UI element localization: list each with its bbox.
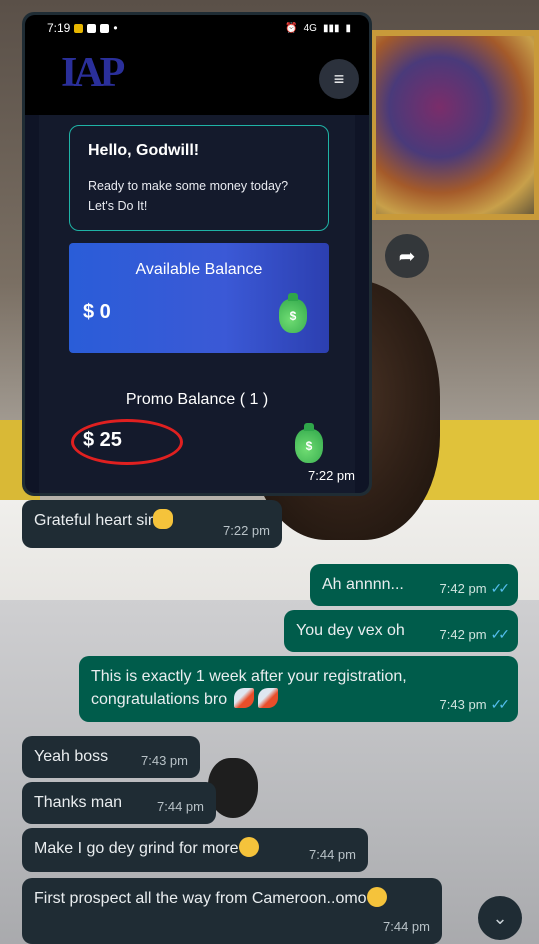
available-balance-value: $ 0: [83, 301, 111, 323]
signal-label: 4G: [303, 22, 317, 34]
message-meta: 7:42 pm ✓✓: [439, 580, 511, 596]
raised-hands-emoji-icon: [153, 509, 174, 529]
message-time: 7:44 pm: [157, 799, 204, 814]
notification-icon: [74, 23, 84, 33]
wallpaper-painting: [370, 30, 539, 220]
message-text-line-1: This is exactly 1 week after your regist…: [91, 668, 407, 685]
hamburger-menu-icon: ≡: [319, 59, 359, 99]
app-icon: [100, 23, 110, 33]
dashboard-content: Hello, Godwill! Ready to make some money…: [39, 115, 355, 493]
read-receipt-icon: ✓✓: [490, 580, 511, 596]
scroll-to-bottom-icon[interactable]: ⌄: [478, 896, 522, 940]
message-bubble[interactable]: You dey vex oh 7:42 pm ✓✓: [284, 610, 518, 652]
message-text: Yeah boss: [34, 748, 109, 765]
message-text: You dey vex oh: [296, 622, 405, 639]
message-bubble[interactable]: Grateful heart sir 7:22 pm: [22, 500, 282, 548]
message-bubble[interactable]: First prospect all the way from Cameroon…: [22, 878, 442, 944]
embedded-screenshot: 7:19 • ⏰ 4G ▮▮▮ ▮ IAP ≡ Hello, Godwill! …: [25, 15, 369, 493]
money-bag-icon: $: [295, 423, 323, 463]
message-text: Ah annnn...: [322, 576, 404, 593]
message-bubble[interactable]: Ah annnn... 7:42 pm ✓✓: [310, 564, 518, 606]
grinning-sweat-emoji-icon: [366, 887, 387, 907]
status-time: 7:19: [47, 21, 71, 35]
message-bubble[interactable]: This is exactly 1 week after your regist…: [79, 656, 518, 722]
more-dot-icon: •: [113, 21, 118, 35]
app-header: IAP ≡: [25, 41, 369, 115]
message-meta: 7:42 pm ✓✓: [439, 626, 511, 642]
message-text: Make I go dey grind for more: [34, 840, 239, 857]
image-message[interactable]: 7:19 • ⏰ 4G ▮▮▮ ▮ IAP ≡ Hello, Godwill! …: [22, 12, 372, 496]
battery-icon: ▮: [345, 22, 351, 34]
rocket-emoji-icon: [233, 688, 254, 708]
promo-balance-label: Promo Balance ( 1 ): [125, 391, 269, 408]
message-bubble[interactable]: Make I go dey grind for more 7:44 pm: [22, 828, 368, 872]
message-time: 7:43 pm: [141, 753, 188, 768]
message-bubble[interactable]: Thanks man 7:44 pm: [22, 782, 216, 824]
greeting-card: Hello, Godwill! Ready to make some money…: [69, 125, 329, 231]
message-text: Grateful heart sir: [34, 512, 154, 529]
app-logo: IAP: [61, 50, 125, 96]
message-bubble[interactable]: Yeah boss 7:43 pm: [22, 736, 200, 778]
embedded-status-bar: 7:19 • ⏰ 4G ▮▮▮ ▮: [25, 15, 369, 41]
money-bag-icon: $: [279, 293, 307, 333]
alarm-icon: ⏰: [285, 22, 298, 34]
highlight-circle-annotation: [71, 419, 183, 465]
message-time: 7:44 pm: [309, 847, 356, 862]
greeting-title: Hello, Godwill!: [88, 142, 200, 159]
rocket-emoji-icon: [257, 688, 278, 708]
message-meta: 7:43 pm ✓✓: [439, 696, 511, 712]
read-receipt-icon: ✓✓: [490, 626, 511, 642]
message-text: Thanks man: [34, 794, 123, 811]
read-receipt-icon: ✓✓: [490, 696, 511, 712]
greeting-subtitle: Ready to make some money today? Let's Do…: [88, 179, 289, 213]
grinning-sweat-emoji-icon: [238, 837, 259, 857]
message-text: First prospect all the way from Cameroon…: [34, 890, 367, 907]
signal-icon: ▮▮▮: [322, 22, 340, 34]
forward-icon[interactable]: ➦: [385, 234, 429, 278]
message-time: 7:22 pm: [223, 523, 270, 538]
message-text-line-2: congratulations bro: [91, 691, 228, 708]
message-time: 7:22 pm: [308, 468, 355, 483]
available-balance-label: Available Balance: [135, 261, 263, 278]
message-time: 7:44 pm: [383, 919, 430, 934]
available-balance-card: Available Balance $ 0 $: [69, 243, 329, 353]
gallery-icon: [87, 23, 97, 33]
